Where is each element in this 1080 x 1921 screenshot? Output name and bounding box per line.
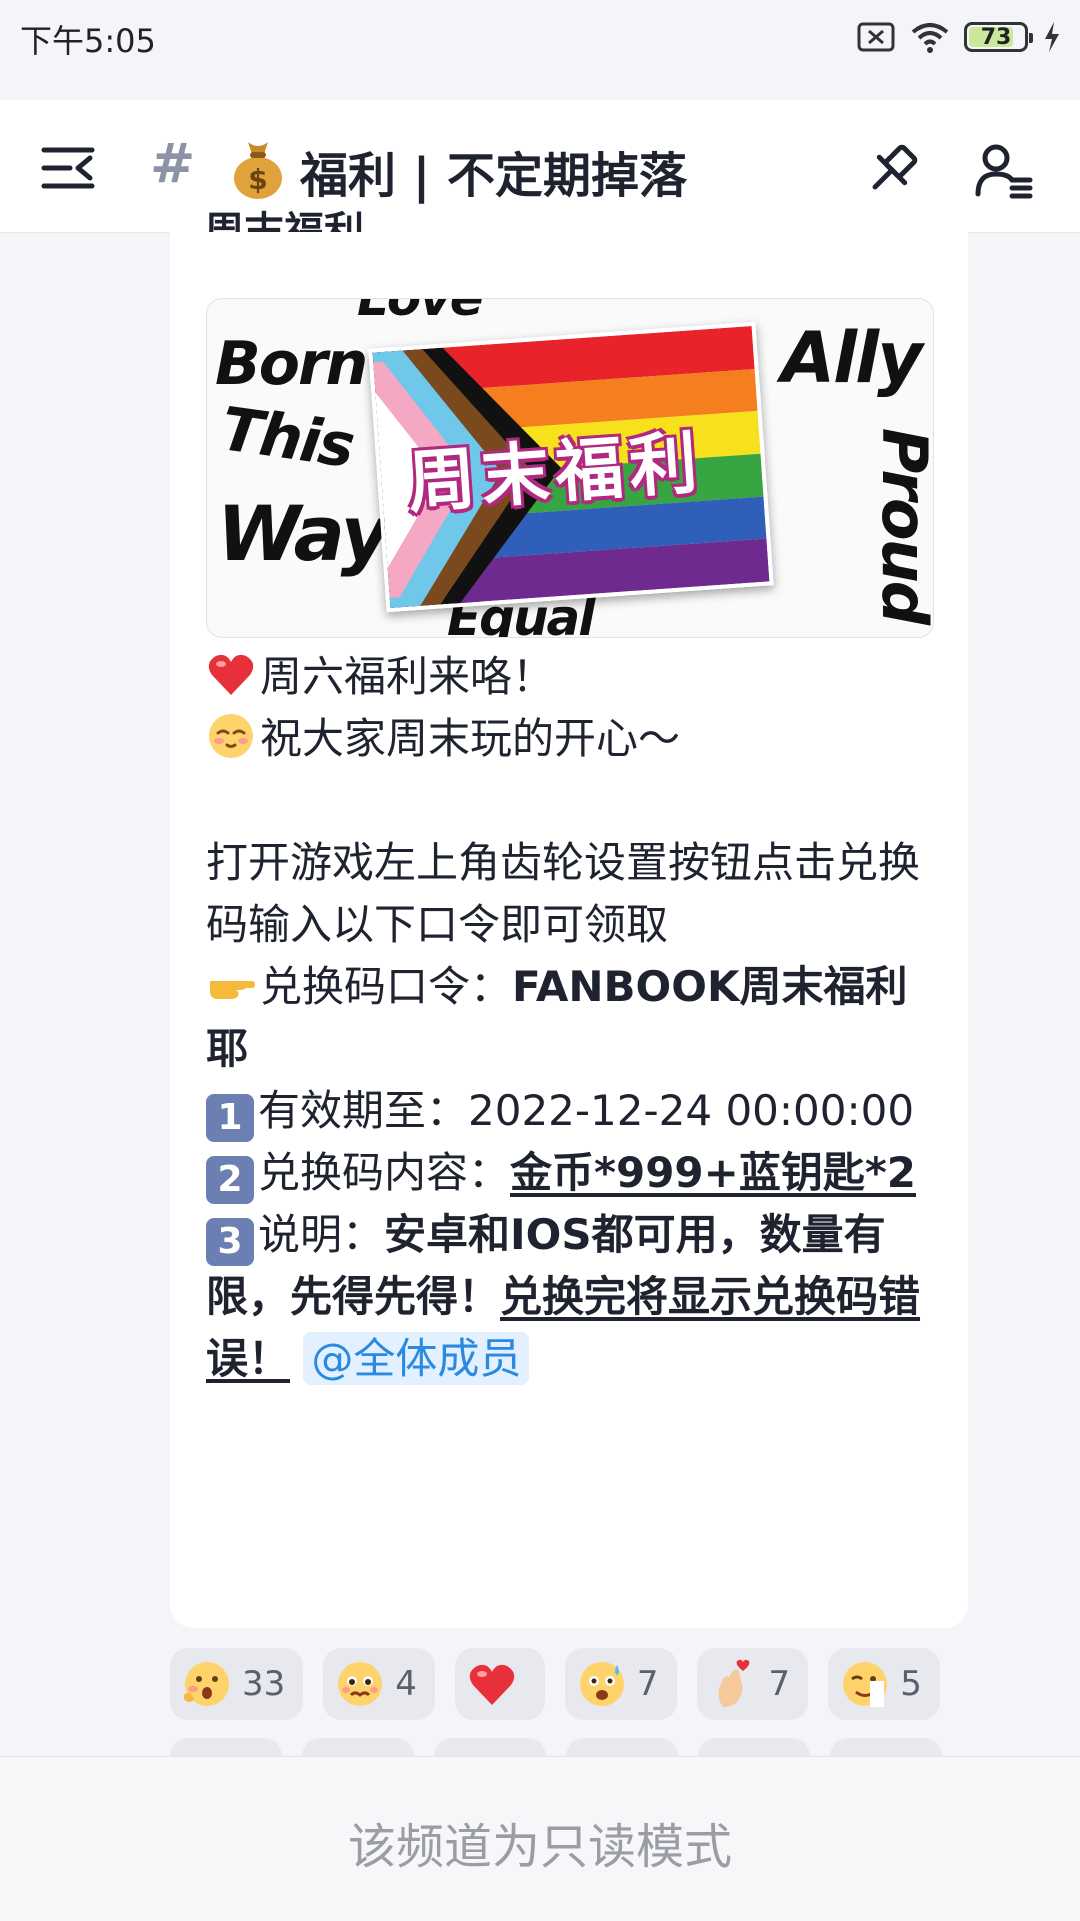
finger-heart-icon [718, 1659, 749, 1707]
message-body: 周六福利来咯！ 祝大家周末玩的开心～ 打开游戏左上角齿轮设置按钮点击兑换码输入以… [206, 646, 946, 1390]
number-badge: 2 [206, 1156, 254, 1204]
banner-title: 周末福利 [405, 423, 706, 524]
banner-word: Proud [868, 427, 934, 624]
menu-collapse-icon[interactable] [40, 140, 96, 196]
banner-word: Ally [781, 317, 923, 399]
blushing-face-icon [209, 714, 253, 758]
members-list-icon[interactable] [974, 140, 1034, 200]
reaction-chip[interactable] [454, 1648, 545, 1720]
notification-muted-icon [857, 22, 895, 52]
reactions-bar: 33 4 7 7 5 [170, 1648, 970, 1720]
svg-text:$: $ [248, 163, 267, 196]
reaction-count: 7 [768, 1664, 791, 1704]
heart-icon [469, 1664, 515, 1705]
banner-image[interactable]: Born This Way Ally Proud Love Equal 周末福利 [206, 298, 934, 638]
number-badge: 1 [206, 1094, 254, 1142]
battery-icon: 73 [964, 22, 1033, 52]
reaction-count: 33 [242, 1664, 286, 1704]
wifi-icon [911, 23, 949, 53]
wish-text: 祝大家周末玩的开心～ [260, 714, 681, 763]
message-line: 2 兑换码内容：金币*999+蓝钥匙*2 [206, 1142, 946, 1204]
winking-face-icon [843, 1662, 888, 1707]
code-label: 兑换码口令： [260, 962, 513, 1011]
charging-icon [1045, 22, 1059, 52]
reaction-chip[interactable]: 33 [170, 1648, 304, 1720]
note-label: 说明： [258, 1210, 385, 1259]
message-card: 周末福利 Born This Way Ally Proud Love Equal… [170, 209, 968, 1628]
readonly-notice: 该频道为只读模式 [347, 1819, 732, 1875]
battery-level: 73 [980, 24, 1012, 50]
number-badge: 3 [206, 1218, 254, 1266]
banner-word: Love [357, 298, 484, 327]
post-title: 周末福利 [204, 209, 364, 232]
reaction-count: 4 [395, 1664, 417, 1704]
status-icons: 73 [856, 14, 1062, 60]
banner-word: This [216, 394, 358, 482]
pin-icon[interactable] [862, 140, 922, 200]
reaction-chip[interactable]: 7 [564, 1648, 677, 1720]
channel-title: 福利 | 不定期掉落 [300, 148, 687, 204]
expiry-value: 2022-12-24 00:00:00 [468, 1086, 915, 1135]
content-label: 兑换码内容： [258, 1148, 511, 1197]
message-line: 周六福利来咯！ [206, 646, 946, 708]
pointing-hand-icon [210, 981, 255, 999]
red-heart-icon [208, 654, 254, 695]
message-line: 1 有效期至：2022-12-24 00:00:00 [206, 1080, 946, 1142]
money-bag-icon: $ [234, 142, 282, 199]
reaction-count: 7 [636, 1664, 659, 1704]
message-line: 兑换码口令：FANBOOK周末福利耶 [206, 956, 946, 1080]
status-bar: 下午5:05 73 [0, 0, 1080, 78]
reaction-count: 5 [900, 1664, 922, 1704]
message-line: 祝大家周末玩的开心～ [206, 708, 946, 770]
pleading-face-icon [338, 1662, 383, 1706]
channel-hash-icon: # [150, 132, 196, 195]
readonly-bar: 该频道为只读模式 [0, 1756, 1080, 1921]
anxious-face-icon [579, 1662, 624, 1706]
reaction-chip[interactable]: 5 [828, 1648, 940, 1720]
expiry-label: 有效期至： [258, 1086, 469, 1135]
reward-content: 金币*999+蓝钥匙*2 [510, 1148, 917, 1197]
channel-header: # $ 福利 | 不定期掉落 [0, 100, 1080, 233]
banner-word: Born [215, 329, 368, 399]
instructions-text: 打开游戏左上角齿轮设置按钮点击兑换码输入以下口令即可领取 [206, 838, 921, 949]
message-line: 3 说明：安卓和IOS都可用，数量有限，先得先得！兑换完将显示兑换码错误！ @全体… [206, 1204, 946, 1390]
surprised-face-icon [184, 1662, 229, 1706]
banner-word: Way [217, 489, 390, 578]
status-time: 下午5:05 [20, 22, 156, 60]
greeting-text: 周六福利来咯！ [260, 652, 555, 701]
reaction-chip[interactable]: 7 [696, 1648, 809, 1720]
mention-all-link[interactable]: @全体成员 [303, 1332, 530, 1385]
reaction-chip[interactable]: 4 [323, 1648, 435, 1720]
